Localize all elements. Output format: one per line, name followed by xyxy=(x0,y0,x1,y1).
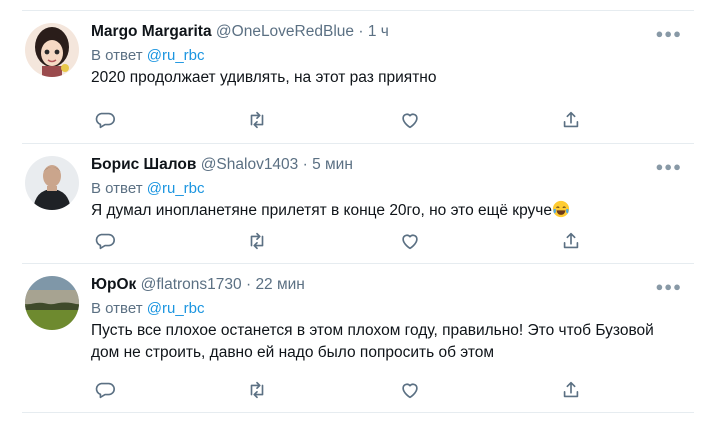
separator-dot: · xyxy=(358,23,364,40)
avatar[interactable] xyxy=(25,23,79,77)
tweet-text: Пусть все плохое останется в этом плохом… xyxy=(91,322,654,361)
tweet[interactable]: Margo Margarita @OneLoveRedBlue · 1 ч В … xyxy=(22,10,694,143)
tweet-text-block: Я думал инопланетяне прилетят в конце 20… xyxy=(91,200,684,222)
avatar[interactable] xyxy=(25,156,79,210)
avatar[interactable] xyxy=(25,276,79,330)
reply-mention-link[interactable]: @ru_rbc xyxy=(147,300,205,317)
heart-icon[interactable] xyxy=(399,109,421,131)
author-handle[interactable]: @flatrons1730 xyxy=(141,276,242,293)
tweet-content: Margo Margarita @OneLoveRedBlue · 1 ч В … xyxy=(91,22,684,89)
separator-dot: · xyxy=(245,276,252,293)
tweet[interactable]: ЮрОк @flatrons1730 · 22 мин В ответ @ru_… xyxy=(22,263,694,413)
reply-prefix: В ответ xyxy=(91,300,143,317)
tears-of-joy-emoji xyxy=(552,200,570,218)
separator-dot: · xyxy=(302,156,308,173)
heart-icon[interactable] xyxy=(399,379,421,401)
more-icon[interactable]: ●●● xyxy=(655,160,682,173)
author-handle[interactable]: @OneLoveRedBlue xyxy=(216,23,354,40)
tweet-content: ЮрОк @flatrons1730 · 22 мин В ответ @ru_… xyxy=(91,275,684,364)
retweet-icon[interactable] xyxy=(246,109,268,131)
tweet-header: ЮрОк @flatrons1730 · 22 мин xyxy=(91,275,684,295)
retweet-icon[interactable] xyxy=(246,379,268,401)
tweet-actions xyxy=(94,109,584,131)
tweet-text: 2020 продолжает удивлять, на этот раз пр… xyxy=(91,69,437,86)
reply-mention-link[interactable]: @ru_rbc xyxy=(147,47,205,64)
author-name[interactable]: ЮрОк xyxy=(91,276,136,293)
reply-prefix: В ответ xyxy=(91,47,143,64)
share-icon[interactable] xyxy=(560,109,582,131)
author-handle[interactable]: @Shalov1403 xyxy=(201,156,299,173)
tweet-actions xyxy=(94,379,584,401)
more-icon[interactable]: ●●● xyxy=(655,27,682,40)
tweet[interactable]: Борис Шалов @Shalov1403 · 5 мин В ответ … xyxy=(22,143,694,263)
timestamp[interactable]: 22 мин xyxy=(255,276,304,293)
reply-feed: Margo Margarita @OneLoveRedBlue · 1 ч В … xyxy=(22,10,694,413)
retweet-icon[interactable] xyxy=(246,230,268,252)
reply-icon[interactable] xyxy=(94,379,116,401)
heart-icon[interactable] xyxy=(399,230,421,252)
author-name[interactable]: Борис Шалов xyxy=(91,156,196,173)
tweet-text: Я думал инопланетяне прилетят в конце 20… xyxy=(91,202,552,219)
reply-icon[interactable] xyxy=(94,109,116,131)
reply-icon[interactable] xyxy=(94,230,116,252)
timestamp[interactable]: 5 мин xyxy=(312,156,353,173)
tweet-header: Борис Шалов @Shalov1403 · 5 мин xyxy=(91,155,684,175)
timestamp[interactable]: 1 ч xyxy=(368,23,389,40)
reply-mention-link[interactable]: @ru_rbc xyxy=(147,180,205,197)
share-icon[interactable] xyxy=(560,379,582,401)
reply-context: В ответ @ru_rbc xyxy=(91,299,684,319)
tweet-content: Борис Шалов @Shalov1403 · 5 мин В ответ … xyxy=(91,155,684,222)
tweet-actions xyxy=(94,230,584,252)
tweet-header: Margo Margarita @OneLoveRedBlue · 1 ч xyxy=(91,22,684,42)
reply-context: В ответ @ru_rbc xyxy=(91,179,684,199)
reply-context: В ответ @ru_rbc xyxy=(91,46,684,66)
share-icon[interactable] xyxy=(560,230,582,252)
reply-prefix: В ответ xyxy=(91,180,143,197)
more-icon[interactable]: ●●● xyxy=(655,280,682,293)
author-name[interactable]: Margo Margarita xyxy=(91,23,212,40)
